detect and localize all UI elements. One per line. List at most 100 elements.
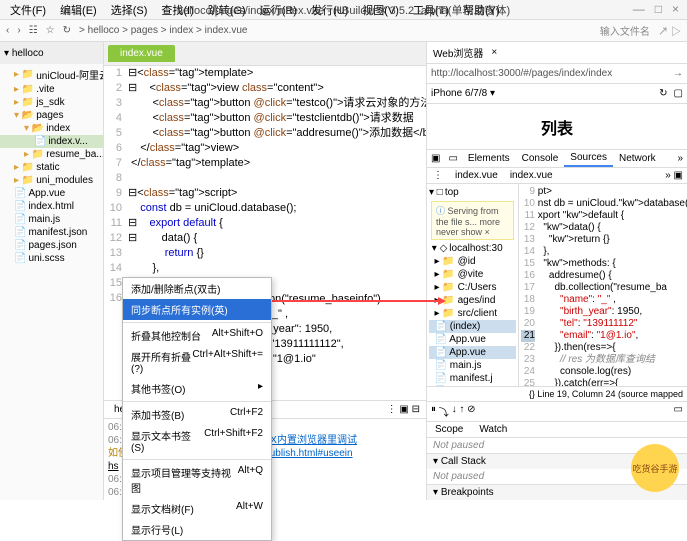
source-file[interactable]: 📄 App.vue xyxy=(429,333,516,346)
tree-item[interactable]: ▸ 📁 .vite xyxy=(0,83,103,96)
dt-code-line[interactable]: 23 // res 为数据库查询结 xyxy=(521,354,685,366)
menu-item[interactable]: 文件(F) xyxy=(4,0,52,19)
forward-icon[interactable]: › xyxy=(17,25,20,36)
scope-tab[interactable]: Scope xyxy=(427,422,471,437)
source-file[interactable]: 📄 App.vue xyxy=(429,346,516,359)
code-line[interactable]: 6 </class="tag">view> xyxy=(104,141,426,156)
step-into-icon[interactable]: ↓ xyxy=(452,404,457,419)
tab-index-vue[interactable]: index.vue xyxy=(108,45,175,62)
close-icon[interactable]: × xyxy=(672,2,679,16)
tree-item[interactable]: ▸ 📁 static xyxy=(0,161,103,174)
devtools-overflow-icon[interactable]: » xyxy=(673,153,687,164)
dt-code-line[interactable]: 11 xport "kw">default { xyxy=(521,210,685,222)
dt-code-line[interactable]: 18 "name": "_" , xyxy=(521,294,685,306)
ctx-menu-item[interactable]: 折叠其他控制台Alt+Shift+O xyxy=(123,325,271,346)
dt-code-line[interactable]: 12 "kw">data() { xyxy=(521,222,685,234)
code-line[interactable]: 13 return {} xyxy=(104,246,426,261)
source-file[interactable]: 📄 manifest.j xyxy=(429,372,516,385)
source-file[interactable]: ▸ 📁 src/client xyxy=(429,307,516,320)
code-line[interactable]: 7 </class="tag">template> xyxy=(104,156,426,171)
ctx-menu-item[interactable]: 同步断点所有实例(英) xyxy=(123,299,271,320)
dt-code-line[interactable]: 13 "kw">return {} xyxy=(521,234,685,246)
url-input[interactable]: http://localhost:3000/#/pages/index/inde… xyxy=(431,68,673,79)
device-select[interactable]: iPhone 6/7/8 ▾ xyxy=(431,88,495,99)
tree-item[interactable]: 📄 pages.json xyxy=(0,239,103,252)
code-line[interactable]: 8 xyxy=(104,171,426,186)
code-line[interactable]: 14 }, xyxy=(104,261,426,276)
sources-nav-icon[interactable]: ⋮ xyxy=(427,170,449,181)
source-file[interactable]: ▸ 📁 C:/Users xyxy=(429,281,516,294)
ctx-menu-item[interactable]: 添加/删除断点(双击) xyxy=(123,278,271,299)
ctx-menu-item[interactable]: 显示文档树(F)Alt+W xyxy=(123,498,271,519)
project-root[interactable]: ▾ helloco xyxy=(4,48,44,59)
step-over-icon[interactable]: ⤵ xyxy=(439,404,449,419)
code-line[interactable]: 5 <class="tag">button @click="addresume(… xyxy=(104,126,426,141)
source-file[interactable]: ▸ 📁 @id xyxy=(429,255,516,268)
tree-item[interactable]: 📄 App.vue xyxy=(0,187,103,200)
dt-code-line[interactable]: 15 "kw">methods: { xyxy=(521,258,685,270)
tree-item[interactable]: ▸ 📁 uni_modules xyxy=(0,174,103,187)
dt-code-line[interactable]: 19 "birth_year": 1950, xyxy=(521,306,685,318)
code-line[interactable]: 4 <class="tag">button @click="testclient… xyxy=(104,111,426,126)
code-line[interactable]: 12⊟ data() { xyxy=(104,231,426,246)
ctx-menu-item[interactable]: 其他书签(O)▸ xyxy=(123,378,271,399)
star-icon[interactable]: ☆ xyxy=(46,25,55,36)
watch-tab[interactable]: Watch xyxy=(471,422,515,437)
source-file[interactable]: 📄 main.js xyxy=(429,359,516,372)
tree-item[interactable]: 📄 index.v... xyxy=(0,135,103,148)
dt-code-line[interactable]: 21 "email": "1@1.io", xyxy=(521,330,685,342)
tree-item[interactable]: ▾ 📂 index xyxy=(0,122,103,135)
tree-item[interactable]: 📄 index.html xyxy=(0,200,103,213)
dt-collapse-icon[interactable]: ▭ xyxy=(674,404,683,419)
code-line[interactable]: 1⊟<class="tag">template> xyxy=(104,66,426,81)
code-line[interactable]: 3 <class="tag">button @click="testco()">… xyxy=(104,96,426,111)
code-line[interactable]: 2⊟ <class="tag">view class="content"> xyxy=(104,81,426,96)
devtools-tab[interactable]: Sources xyxy=(564,150,613,167)
devtools-tab[interactable]: Console xyxy=(516,151,565,166)
tree-item[interactable]: 📄 manifest.json xyxy=(0,226,103,239)
refresh-preview-icon[interactable]: ↻ xyxy=(659,88,667,99)
url-go-icon[interactable]: → xyxy=(673,68,683,79)
pause-icon[interactable]: ⏸ xyxy=(431,404,436,419)
console-more-icon[interactable]: ⋮ ▣ ⊟ xyxy=(387,404,426,415)
devtools-tab[interactable]: Network xyxy=(613,151,662,166)
source-file[interactable]: 📄 (index) xyxy=(429,320,516,333)
preview-viewport[interactable]: 列表 xyxy=(427,104,687,150)
devtools-code[interactable]: 9 pt>10 nst db = uniCloud."kw">database(… xyxy=(519,184,687,386)
menu-item[interactable]: 选择(S) xyxy=(105,0,154,19)
tree-item[interactable]: 📄 uni.scss xyxy=(0,252,103,265)
ctx-menu-item[interactable]: 展开所有折叠(?)Ctrl+Alt+Shift+= xyxy=(123,346,271,378)
ctx-menu-item[interactable]: 显示文本书签(S)Ctrl+Shift+F2 xyxy=(123,425,271,457)
minimize-icon[interactable]: — xyxy=(633,2,645,16)
tree-item[interactable]: ▾ 📂 pages xyxy=(0,109,103,122)
deactivate-icon[interactable]: ⊘ xyxy=(467,404,475,419)
tree-item[interactable]: ▸ 📁 js_sdk xyxy=(0,96,103,109)
source-file[interactable]: ▸ 📁 @vite xyxy=(429,268,516,281)
step-out-icon[interactable]: ↑ xyxy=(459,404,464,419)
refresh-icon[interactable]: ↻ xyxy=(63,25,71,36)
menu-item[interactable]: 编辑(E) xyxy=(54,0,103,19)
back-icon[interactable]: ‹ xyxy=(6,25,9,36)
tree-item[interactable]: ▸ 📁 resume_ba... xyxy=(0,148,103,161)
dt-code-line[interactable]: 16 addresume() { xyxy=(521,270,685,282)
code-line[interactable]: 9⊟<class="tag">script> xyxy=(104,186,426,201)
sources-tree[interactable]: ▾ □ top ⓘ Serving from the file s... mor… xyxy=(427,184,519,386)
preview-close-icon[interactable]: × xyxy=(491,47,497,58)
dt-code-line[interactable]: 25 }).catch(err=>{ xyxy=(521,378,685,386)
tree-item[interactable]: ▸ 📁 uniCloud-阿里云 xyxy=(0,66,103,83)
source-tab-1[interactable]: index.vue xyxy=(449,168,504,183)
ctx-menu-item[interactable]: 显示行号(L) xyxy=(123,519,271,540)
more-tabs-icon[interactable]: » ▣ xyxy=(661,170,687,181)
dt-code-line[interactable]: 17 db.collection("resume_ba xyxy=(521,282,685,294)
ctx-menu-item[interactable]: 显示项目管理等支持视图Alt+Q xyxy=(123,462,271,498)
ctx-menu-item[interactable]: 添加书签(B)Ctrl+F2 xyxy=(123,404,271,425)
tree-item[interactable]: 📄 main.js xyxy=(0,213,103,226)
dt-code-line[interactable]: 24 console.log(res) xyxy=(521,366,685,378)
dt-code-line[interactable]: 9 pt> xyxy=(521,186,685,198)
inspect-icon[interactable]: ▣ xyxy=(427,151,444,166)
dt-code-line[interactable]: 14 }, xyxy=(521,246,685,258)
code-line[interactable]: 10 const db = uniCloud.database(); xyxy=(104,201,426,216)
device-icon[interactable]: ▭ xyxy=(444,151,461,166)
preview-tab[interactable]: Web浏览器 xyxy=(433,45,483,60)
dt-code-line[interactable]: 10 nst db = uniCloud."kw">database(); xyxy=(521,198,685,210)
